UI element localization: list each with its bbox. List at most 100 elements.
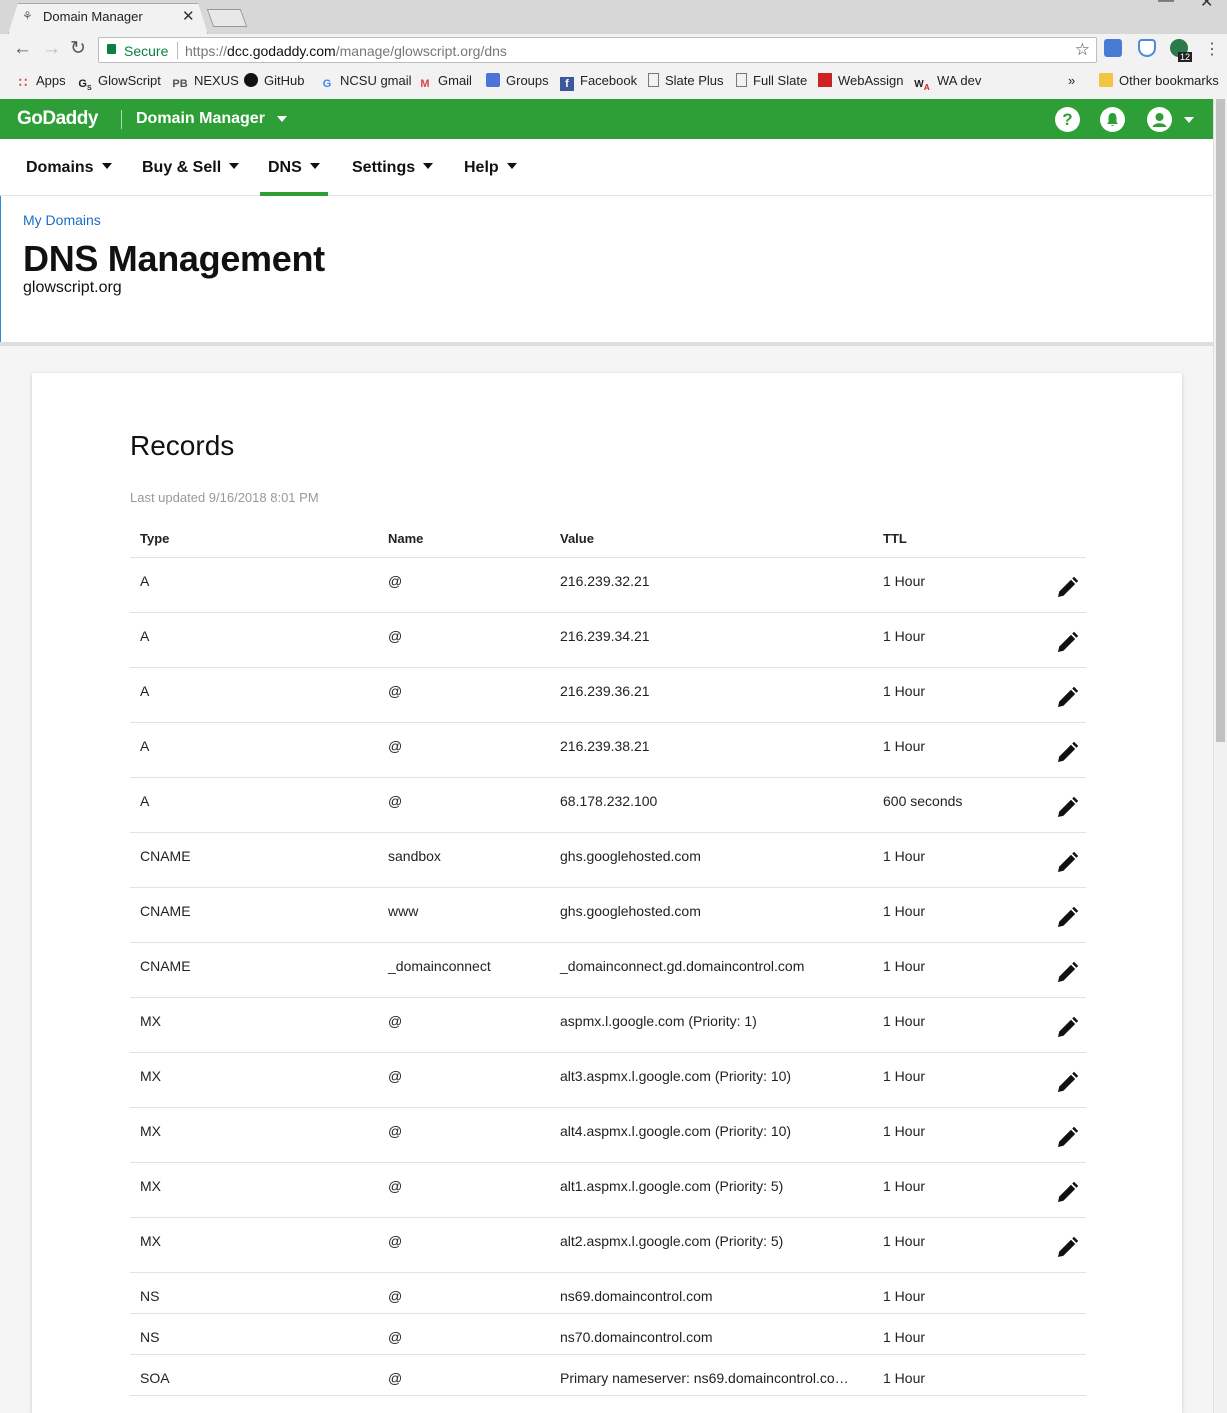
record-name: @ [388, 1178, 403, 1194]
bookmark-ncsu-gmail[interactable]: G NCSU gmail [320, 73, 412, 91]
forward-arrow-icon[interactable]: → [42, 39, 61, 59]
help-icon[interactable]: ? [1055, 107, 1080, 132]
address-bar[interactable]: Secure https://dcc.godaddy.com/manage/gl… [98, 37, 1097, 63]
bookmark-groups[interactable]: Groups [486, 73, 549, 88]
bookmark-apps[interactable]: ∷ Apps [16, 73, 66, 90]
column-header-type[interactable]: Type [140, 531, 169, 546]
chevron-down-icon [423, 163, 434, 169]
record-type: NS [140, 1288, 160, 1304]
bookmark-glowscript[interactable]: GS GlowScript [78, 73, 160, 92]
breadcrumb[interactable]: My Domains [23, 212, 101, 228]
record-type: MX [140, 1013, 161, 1029]
column-header-name[interactable]: Name [388, 531, 423, 546]
record-value: alt4.aspmx.l.google.com (Priority: 10) [560, 1123, 792, 1139]
table-row: A @216.239.34.21 1 Hour [130, 613, 1086, 668]
bookmark-wa-dev[interactable]: WA WA dev [913, 73, 981, 92]
record-value: 216.239.36.21 [560, 683, 650, 699]
bookmark-label: WA dev [937, 73, 982, 88]
bookmark-label: WebAssign [838, 73, 904, 88]
domain-name: glowscript.org [23, 279, 122, 296]
webassign-icon [818, 73, 832, 87]
groups-icon [486, 73, 500, 87]
bookmark-label: Groups [506, 73, 549, 88]
edit-pencil-icon[interactable] [1054, 685, 1080, 711]
gmail-icon: M [420, 78, 430, 90]
record-type: NS [140, 1329, 160, 1345]
nav-label: Settings [352, 159, 416, 176]
table-row: A @68.178.232.100 600 seconds [130, 778, 1086, 833]
record-name: @ [388, 1013, 403, 1029]
page-scrollbar[interactable] [1213, 99, 1227, 1413]
bookmarks-bar: ∷ Apps GS GlowScript PB NEXUS GitHub G NCSU … [0, 67, 1227, 95]
browser-chrome: ⚘ Domain Manager ✕ — ✕ ← → ↻ Secure http… [0, 0, 1227, 99]
account-chevron-down-icon[interactable] [1184, 117, 1194, 123]
record-type: A [140, 683, 150, 699]
edit-pencil-icon[interactable] [1054, 850, 1080, 876]
last-updated: Last updated 9/16/2018 8:01 PM [130, 490, 319, 505]
nav-dns[interactable]: DNS [268, 159, 320, 177]
shield-extension-icon[interactable] [1138, 39, 1156, 57]
edit-pencil-icon[interactable] [1054, 740, 1080, 766]
bookmark-label: Facebook [580, 73, 638, 88]
bookmark-other[interactable]: Other bookmarks [1099, 73, 1219, 88]
edit-pencil-icon[interactable] [1054, 960, 1080, 986]
column-header-ttl[interactable]: TTL [883, 531, 907, 546]
nav-label: DNS [268, 159, 302, 176]
record-ttl: 1 Hour [883, 848, 926, 864]
tab-title: Domain Manager [43, 9, 143, 24]
edit-pencil-icon[interactable] [1054, 1015, 1080, 1041]
google-icon: G [322, 78, 332, 90]
nav-buy-sell[interactable]: Buy & Sell [142, 159, 240, 177]
record-value: 216.239.34.21 [560, 628, 650, 644]
close-window-icon[interactable]: ✕ [1200, 0, 1213, 12]
header-rule [0, 342, 1213, 346]
record-type: A [140, 628, 150, 644]
edit-pencil-icon[interactable] [1054, 1235, 1080, 1261]
back-arrow-icon[interactable]: ← [13, 39, 32, 59]
notification-bell-icon[interactable] [1100, 107, 1125, 132]
apps-grid-icon: ∷ [18, 75, 28, 90]
record-ttl: 600 seconds [883, 793, 963, 809]
record-name: @ [388, 1123, 403, 1139]
record-name: @ [388, 1288, 403, 1304]
bookmark-label: Apps [36, 73, 66, 88]
bookmark-github[interactable]: GitHub [244, 73, 304, 88]
edit-pencil-icon[interactable] [1054, 630, 1080, 656]
edit-pencil-icon[interactable] [1054, 905, 1080, 931]
nav-domains[interactable]: Domains [26, 159, 112, 177]
chevron-down-icon [101, 163, 112, 169]
account-avatar-icon[interactable] [1147, 107, 1172, 132]
chevron-down-icon[interactable] [277, 116, 287, 122]
record-name: @ [388, 1068, 403, 1084]
bookmark-facebook[interactable]: f Facebook [560, 73, 637, 91]
translate-extension-icon[interactable] [1104, 39, 1122, 57]
edit-pencil-icon[interactable] [1054, 575, 1080, 601]
product-switcher[interactable]: Domain Manager [136, 110, 265, 128]
scrollbar-thumb[interactable] [1216, 99, 1225, 742]
edit-pencil-icon[interactable] [1054, 1125, 1080, 1151]
godaddy-logo[interactable]: GoDaddy [17, 108, 98, 130]
bookmark-nexus[interactable]: PB NEXUS [172, 73, 238, 91]
bookmarks-overflow-button[interactable]: » [1068, 73, 1075, 88]
bookmark-webassign[interactable]: WebAssign [818, 73, 904, 88]
column-header-value[interactable]: Value [560, 531, 594, 546]
tab-close-icon[interactable]: ✕ [182, 7, 195, 25]
bookmark-star-icon[interactable]: ☆ [1075, 40, 1090, 60]
minimize-icon[interactable]: — [1158, 0, 1174, 10]
bookmark-slate-plus[interactable]: Slate Plus [648, 73, 724, 88]
bookmark-full-slate[interactable]: Full Slate [736, 73, 807, 88]
nav-help[interactable]: Help [464, 159, 517, 177]
bookmark-label: Gmail [438, 73, 472, 88]
url-text[interactable]: https://dcc.godaddy.com/manage/glowscrip… [185, 43, 507, 59]
reload-icon[interactable]: ↻ [70, 39, 86, 59]
nav-settings[interactable]: Settings [352, 159, 434, 177]
edit-pencil-icon[interactable] [1054, 1180, 1080, 1206]
bookmark-gmail[interactable]: M Gmail [418, 73, 472, 91]
edit-pencil-icon[interactable] [1054, 1070, 1080, 1096]
edit-pencil-icon[interactable] [1054, 795, 1080, 821]
page-icon [736, 73, 747, 87]
record-value: aspmx.l.google.com (Priority: 1) [560, 1013, 757, 1029]
menu-kebab-icon[interactable]: ⋮ [1204, 40, 1220, 60]
new-tab-button[interactable] [206, 9, 248, 27]
records-title: Records [130, 430, 235, 461]
